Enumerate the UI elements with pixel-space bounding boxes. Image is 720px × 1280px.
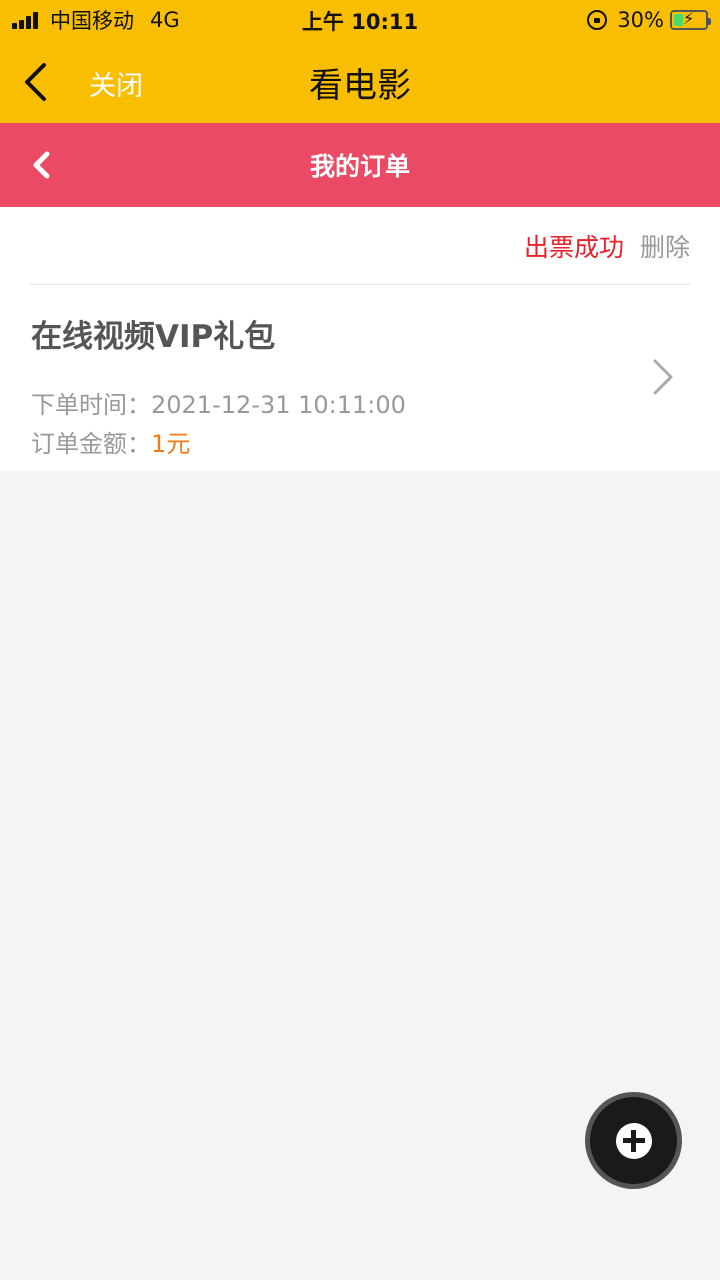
plus-icon bbox=[615, 1122, 652, 1159]
battery-icon: ⚡ bbox=[670, 9, 711, 30]
order-detail-chevron[interactable] bbox=[652, 358, 674, 400]
page-title: 看电影 bbox=[309, 66, 411, 106]
order-status-row: 出票成功 删除 bbox=[30, 207, 690, 285]
top-app-bar: 中国移动 4G 上午 10:11 30% ⚡ 关闭 看电影 bbox=[0, 0, 720, 123]
order-amount-label: 订单金额： bbox=[31, 430, 151, 458]
chevron-right-icon bbox=[653, 359, 673, 395]
order-title: 在线视频VIP礼包 bbox=[31, 319, 276, 355]
order-time-value: 2021-12-31 10:11:00 bbox=[151, 391, 406, 419]
order-time: 下单时间：2021-12-31 10:11:00 bbox=[31, 385, 406, 420]
charging-icon: ⚡ bbox=[683, 9, 695, 28]
battery-fill bbox=[674, 14, 683, 26]
sub-header-title: 我的订单 bbox=[309, 152, 410, 181]
rotation-lock-icon bbox=[587, 10, 608, 30]
order-amount-value: 1元 bbox=[151, 430, 191, 458]
status-right: 30% ⚡ bbox=[587, 0, 711, 40]
sub-header: 我的订单 bbox=[0, 123, 720, 207]
status-bar: 中国移动 4G 上午 10:11 30% ⚡ bbox=[0, 0, 720, 40]
order-card[interactable]: 出票成功 删除 在线视频VIP礼包 下单时间：2021-12-31 10:11:… bbox=[0, 207, 720, 471]
order-status: 出票成功 bbox=[523, 232, 624, 262]
battery-percent: 30% bbox=[617, 8, 664, 32]
floating-action-button[interactable] bbox=[590, 1097, 677, 1184]
delete-button[interactable]: 删除 bbox=[640, 228, 690, 264]
order-time-label: 下单时间： bbox=[31, 391, 151, 419]
nav-bar: 关闭 看电影 bbox=[0, 40, 720, 123]
order-amount: 订单金额：1元 bbox=[31, 424, 190, 459]
